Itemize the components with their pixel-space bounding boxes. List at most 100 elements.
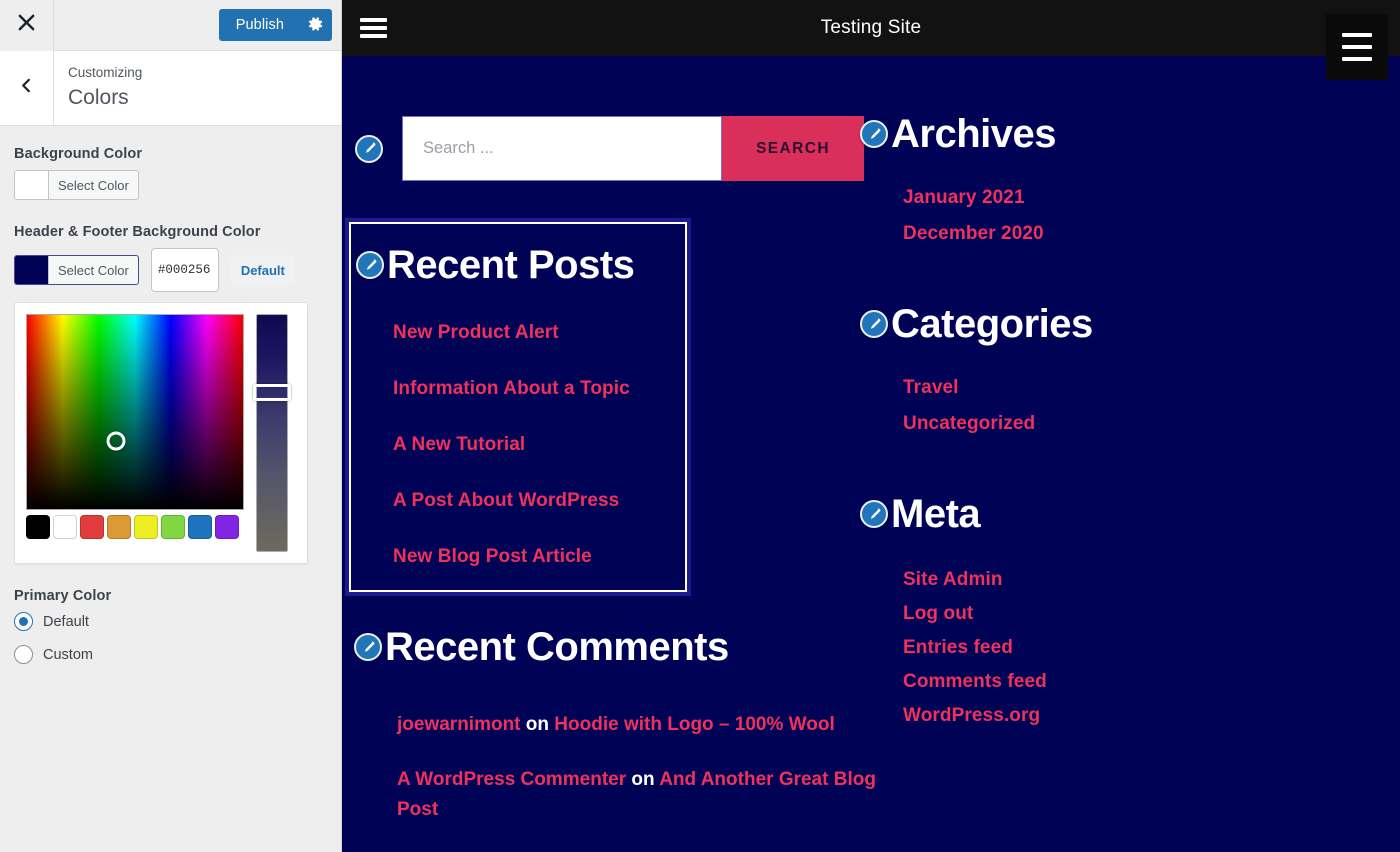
list-item[interactable]: New Product Alert (393, 322, 687, 344)
list-item[interactable]: Uncategorized (903, 413, 1280, 435)
header-footer-select-color-button[interactable]: Select Color (14, 255, 139, 285)
radio-default-label: Default (43, 613, 89, 630)
search-widget: SEARCH (355, 116, 864, 181)
comment-author[interactable]: A WordPress Commenter (397, 769, 626, 790)
primary-color-label: Primary Color (14, 588, 112, 604)
widget-recent-comments[interactable]: Recent Comments joewarnimont on Hoodie w… (354, 626, 884, 850)
radio-default[interactable] (14, 612, 33, 631)
widget-recent-posts[interactable]: Recent Posts New Product Alert Informati… (345, 218, 691, 596)
preview-sidebar-column: Archives January 2021 December 2020 Cate… (860, 113, 1280, 785)
publish-button[interactable]: Publish (218, 9, 299, 41)
customizer-topbar: Publish (0, 0, 341, 51)
hamburger-menu-icon[interactable] (360, 14, 387, 42)
breadcrumb: Customizing (68, 65, 143, 80)
widget-title-categories: Categories (860, 303, 1280, 345)
background-select-color-label: Select Color (58, 177, 129, 193)
palette-swatch[interactable] (188, 515, 212, 539)
list-item: A WordPress Commenter on And Another Gre… (397, 765, 884, 824)
pencil-edit-icon[interactable] (860, 310, 888, 338)
list-item[interactable]: Site Admin (903, 569, 1280, 591)
radio-custom[interactable] (14, 645, 33, 664)
saturation-value-field[interactable] (26, 314, 244, 510)
search-input[interactable] (402, 116, 722, 181)
primary-color-option-custom[interactable]: Custom (14, 645, 327, 664)
control-primary-color: Primary Color Default Custom (14, 588, 327, 664)
list-item[interactable]: WordPress.org (903, 705, 1280, 727)
widget-title-archives: Archives (860, 113, 1280, 155)
publish-group: Publish (218, 9, 332, 41)
list-item: joewarnimont on Hoodie with Logo – 100% … (397, 710, 884, 739)
pencil-edit-icon[interactable] (860, 500, 888, 528)
background-color-row: Select Color (14, 170, 327, 200)
widget-title-text: Archives (891, 112, 1056, 156)
list-item[interactable]: New Blog Post Article (393, 546, 687, 568)
comment-author[interactable]: joewarnimont (397, 714, 521, 735)
palette-swatch[interactable] (53, 515, 77, 539)
widget-title-text: Categories (891, 302, 1093, 346)
pencil-edit-icon[interactable] (356, 251, 384, 279)
color-picker-panel[interactable] (14, 302, 308, 564)
list-item[interactable]: A New Tutorial (393, 434, 687, 456)
primary-color-option-default[interactable]: Default (14, 612, 327, 631)
palette-swatch[interactable] (161, 515, 185, 539)
color-picker-cursor[interactable] (106, 431, 126, 451)
widget-title-recent-comments: Recent Comments (354, 626, 884, 668)
customizer-sidebar: Publish Customizing Colors Background Co… (0, 0, 342, 852)
widget-title-text: Recent Comments (385, 625, 729, 669)
reset-default-button[interactable]: Default (230, 255, 295, 285)
header-footer-select-color-label: Select Color (58, 262, 129, 278)
palette-swatch[interactable] (80, 515, 104, 539)
widget-meta[interactable]: Meta Site Admin Log out Entries feed Com… (860, 493, 1280, 727)
panel-back-button[interactable] (0, 51, 54, 125)
chevron-left-icon (19, 78, 34, 98)
list-item[interactable]: Information About a Topic (393, 378, 687, 400)
palette-swatch[interactable] (134, 515, 158, 539)
hue-strip-wrap (253, 314, 291, 552)
list-item[interactable]: January 2021 (903, 187, 1280, 209)
comment-on-word: on (525, 714, 550, 735)
palette-swatch[interactable] (215, 515, 239, 539)
comment-post-title[interactable]: Hoodie with Logo – 100% Wool (554, 714, 834, 735)
meta-list: Site Admin Log out Entries feed Comments… (860, 569, 1280, 727)
color-palette-swatches (26, 515, 244, 539)
widget-title-recent-posts: Recent Posts (356, 244, 687, 286)
widget-title-text: Meta (891, 492, 981, 536)
background-select-color-button[interactable]: Select Color (14, 170, 139, 200)
site-header: Testing Site (342, 0, 1400, 56)
background-color-label: Background Color (14, 146, 143, 162)
list-item[interactable]: Log out (903, 603, 1280, 625)
page-title: Colors (68, 85, 129, 109)
panel-body: Background Color Select Color Header & F… (0, 126, 341, 664)
pencil-edit-icon[interactable] (355, 134, 383, 163)
pencil-edit-icon[interactable] (354, 633, 382, 661)
comment-on-word: on (631, 769, 655, 791)
brightness-strip-handle[interactable] (253, 384, 291, 401)
header-footer-color-label: Header & Footer Background Color (14, 224, 261, 240)
list-item[interactable]: Comments feed (903, 671, 1280, 693)
publish-settings-button[interactable] (299, 9, 332, 41)
hex-color-input[interactable] (150, 248, 219, 292)
menu-toggle-button[interactable] (1326, 14, 1388, 80)
list-item[interactable]: Travel (903, 377, 1280, 399)
list-item[interactable]: A Post About WordPress (393, 490, 687, 512)
pencil-edit-icon[interactable] (860, 120, 888, 148)
palette-swatch[interactable] (107, 515, 131, 539)
palette-swatch[interactable] (26, 515, 50, 539)
widget-archives[interactable]: Archives January 2021 December 2020 (860, 113, 1280, 245)
widget-categories[interactable]: Categories Travel Uncategorized (860, 303, 1280, 435)
gear-icon (308, 16, 324, 35)
close-icon (17, 13, 36, 37)
close-customizer-button[interactable] (0, 0, 54, 51)
widget-title-text: Recent Posts (387, 243, 635, 287)
list-item[interactable]: December 2020 (903, 223, 1280, 245)
header-footer-color-swatch (15, 256, 49, 284)
categories-list: Travel Uncategorized (860, 377, 1280, 435)
control-background-color: Background Color Select Color (14, 146, 327, 200)
site-title: Testing Site (820, 17, 922, 38)
recent-posts-list: New Product Alert Information About a To… (383, 322, 687, 568)
brightness-strip[interactable] (256, 314, 288, 552)
list-item[interactable]: Entries feed (903, 637, 1280, 659)
widget-title-meta: Meta (860, 493, 1280, 535)
search-button[interactable]: SEARCH (722, 116, 864, 181)
header-footer-color-row: Select Color Default (14, 248, 327, 292)
